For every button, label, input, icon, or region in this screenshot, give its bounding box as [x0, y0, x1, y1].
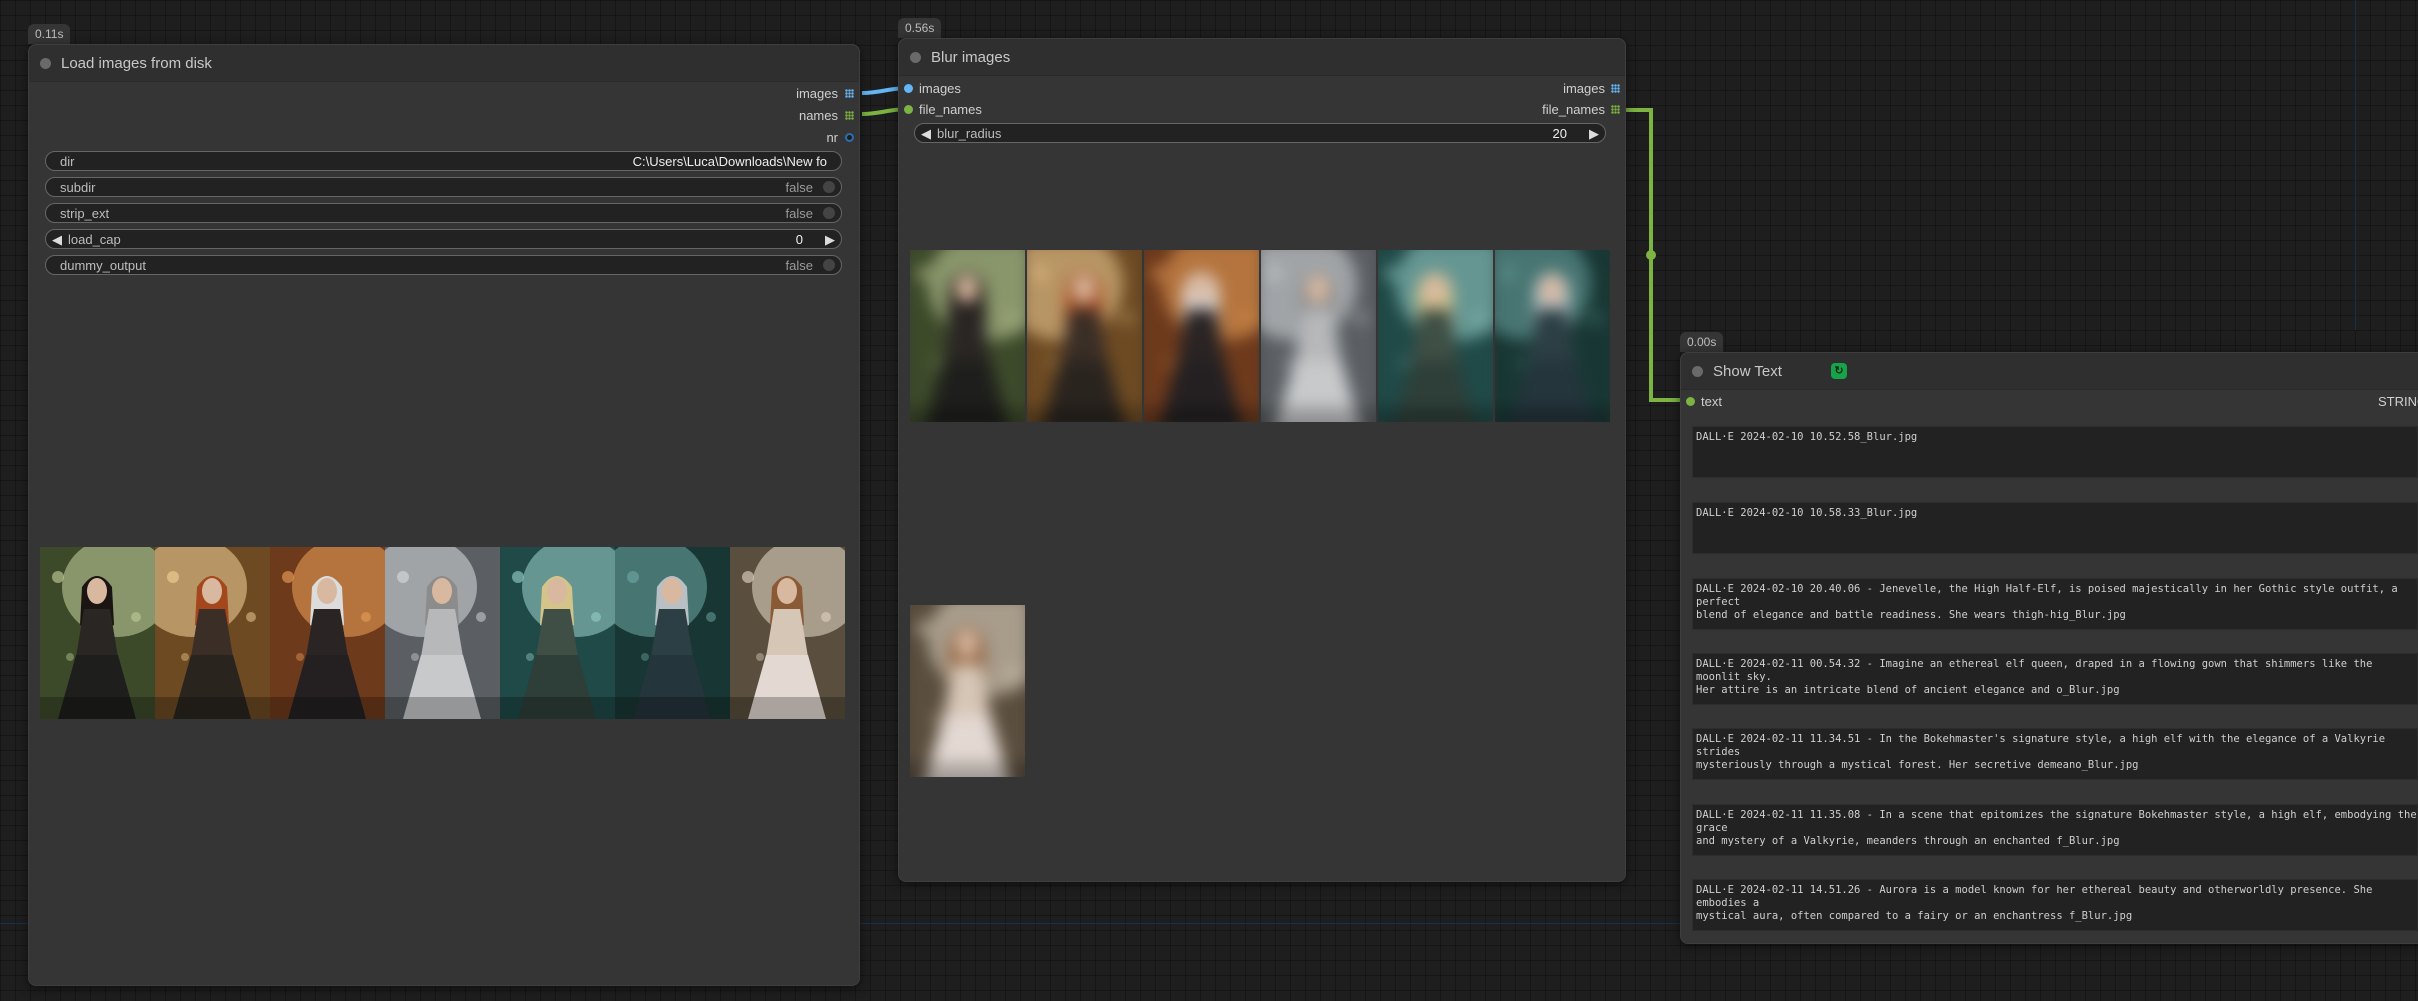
image-preview-thumbnail[interactable]	[500, 547, 615, 719]
widget-value: false	[785, 206, 813, 221]
input-slot-text[interactable]: text	[1701, 394, 1722, 409]
decrement-arrow-icon[interactable]: ◀	[52, 232, 62, 248]
blurred-image-thumbnail[interactable]	[1144, 250, 1259, 422]
increment-arrow-icon[interactable]: ▶	[1589, 126, 1599, 142]
output-slot-images[interactable]: images	[1450, 81, 1605, 96]
blurred-image-thumbnail[interactable]	[910, 250, 1025, 422]
show-text-header[interactable]: Show Text ↻	[1681, 353, 2418, 390]
image-preview-thumbnail[interactable]	[155, 547, 270, 719]
output-slot-file-names[interactable]: file_names	[1450, 102, 1605, 117]
collapse-dot-icon[interactable]	[910, 52, 921, 63]
widget-value[interactable]: 20	[1553, 126, 1567, 141]
list-output-icon[interactable]	[1611, 105, 1620, 114]
toggle-knob-icon[interactable]	[823, 259, 835, 271]
list-output-icon[interactable]	[1611, 84, 1620, 93]
input-dot-text[interactable]	[1686, 397, 1695, 406]
list-output-icon[interactable]	[845, 111, 854, 120]
widget-label: dummy_output	[60, 258, 146, 273]
load-node-timing: 0.11s	[28, 24, 71, 44]
input-dot-images[interactable]	[904, 84, 913, 93]
widget-label: blur_radius	[937, 126, 1002, 141]
show-text-timing: 0.00s	[1680, 332, 1724, 352]
output-dot-nr[interactable]	[845, 133, 854, 142]
node-title: Load images from disk	[61, 55, 212, 72]
text-output-box[interactable]: DALL·E 2024-02-11 14.51.26 - Aurora is a…	[1692, 879, 2418, 931]
collapse-dot-icon[interactable]	[40, 58, 51, 69]
image-preview-thumbnail[interactable]	[270, 547, 385, 719]
toggle-knob-icon[interactable]	[823, 207, 835, 219]
image-preview-thumbnail[interactable]	[40, 547, 155, 719]
blurred-image-thumbnail[interactable]	[1027, 250, 1142, 422]
image-preview-thumbnail[interactable]	[385, 547, 500, 719]
blur-node-timing: 0.56s	[898, 18, 942, 38]
strip-ext-toggle[interactable]: strip_ext false	[45, 203, 842, 223]
list-output-icon[interactable]	[845, 89, 854, 98]
widget-label: load_cap	[68, 232, 121, 247]
text-output-box[interactable]: DALL·E 2024-02-10 10.58.33_Blur.jpg	[1692, 502, 2418, 554]
collapse-dot-icon[interactable]	[1692, 366, 1703, 377]
blur-radius-stepper[interactable]: ◀ blur_radius 20 ▶	[914, 123, 1606, 143]
output-slot-string[interactable]: STRING	[2378, 394, 2418, 409]
widget-label: subdir	[60, 180, 96, 195]
node-title: Blur images	[931, 49, 1011, 66]
widget-label: strip_ext	[60, 206, 110, 221]
link-midpoint	[1646, 250, 1656, 260]
increment-arrow-icon[interactable]: ▶	[825, 232, 835, 248]
custom-scripts-icon: ↻	[1831, 363, 1847, 379]
load-node-header[interactable]: Load images from disk	[29, 45, 859, 82]
image-preview-thumbnail[interactable]	[615, 547, 730, 719]
blurred-image-thumbnail[interactable]	[1378, 250, 1493, 422]
text-output-box[interactable]: DALL·E 2024-02-11 11.35.08 - In a scene …	[1692, 804, 2418, 856]
canvas-guide-line	[2355, 0, 2356, 330]
input-slot-images[interactable]: images	[919, 81, 961, 96]
widget-value[interactable]: C:\Users\Luca\Downloads\New fo	[633, 154, 827, 169]
text-output-box[interactable]: DALL·E 2024-02-10 20.40.06 - Jenevelle, …	[1692, 578, 2418, 630]
widget-value: false	[785, 258, 813, 273]
blurred-image-thumbnail[interactable]	[910, 605, 1025, 777]
input-dot-file-names[interactable]	[904, 105, 913, 114]
output-slot-nr[interactable]: nr	[700, 130, 838, 145]
image-preview-thumbnail[interactable]	[730, 547, 845, 719]
blurred-image-thumbnail[interactable]	[1495, 250, 1610, 422]
node-title: Show Text	[1713, 363, 1782, 380]
widget-value: false	[785, 180, 813, 195]
widget-label: dir	[60, 154, 75, 169]
text-output-box[interactable]: DALL·E 2024-02-11 00.54.32 - Imagine an …	[1692, 653, 2418, 705]
load-cap-stepper[interactable]: ◀ load_cap 0 ▶	[45, 229, 842, 249]
toggle-knob-icon[interactable]	[823, 181, 835, 193]
subdir-toggle[interactable]: subdir false	[45, 177, 842, 197]
dir-widget[interactable]: dir C:\Users\Luca\Downloads\New fo	[45, 151, 842, 171]
text-output-box[interactable]: DALL·E 2024-02-11 11.34.51 - In the Boke…	[1692, 728, 2418, 780]
widget-value[interactable]: 0	[796, 232, 803, 247]
output-slot-names[interactable]: names	[700, 108, 838, 123]
blur-node-header[interactable]: Blur images	[899, 39, 1625, 76]
dummy-output-toggle[interactable]: dummy_output false	[45, 255, 842, 275]
output-slot-images[interactable]: images	[700, 86, 838, 101]
blurred-image-thumbnail[interactable]	[1261, 250, 1376, 422]
text-output-box[interactable]: DALL·E 2024-02-10 10.52.58_Blur.jpg	[1692, 426, 2418, 478]
input-slot-file-names[interactable]: file_names	[919, 102, 982, 117]
decrement-arrow-icon[interactable]: ◀	[921, 126, 931, 142]
